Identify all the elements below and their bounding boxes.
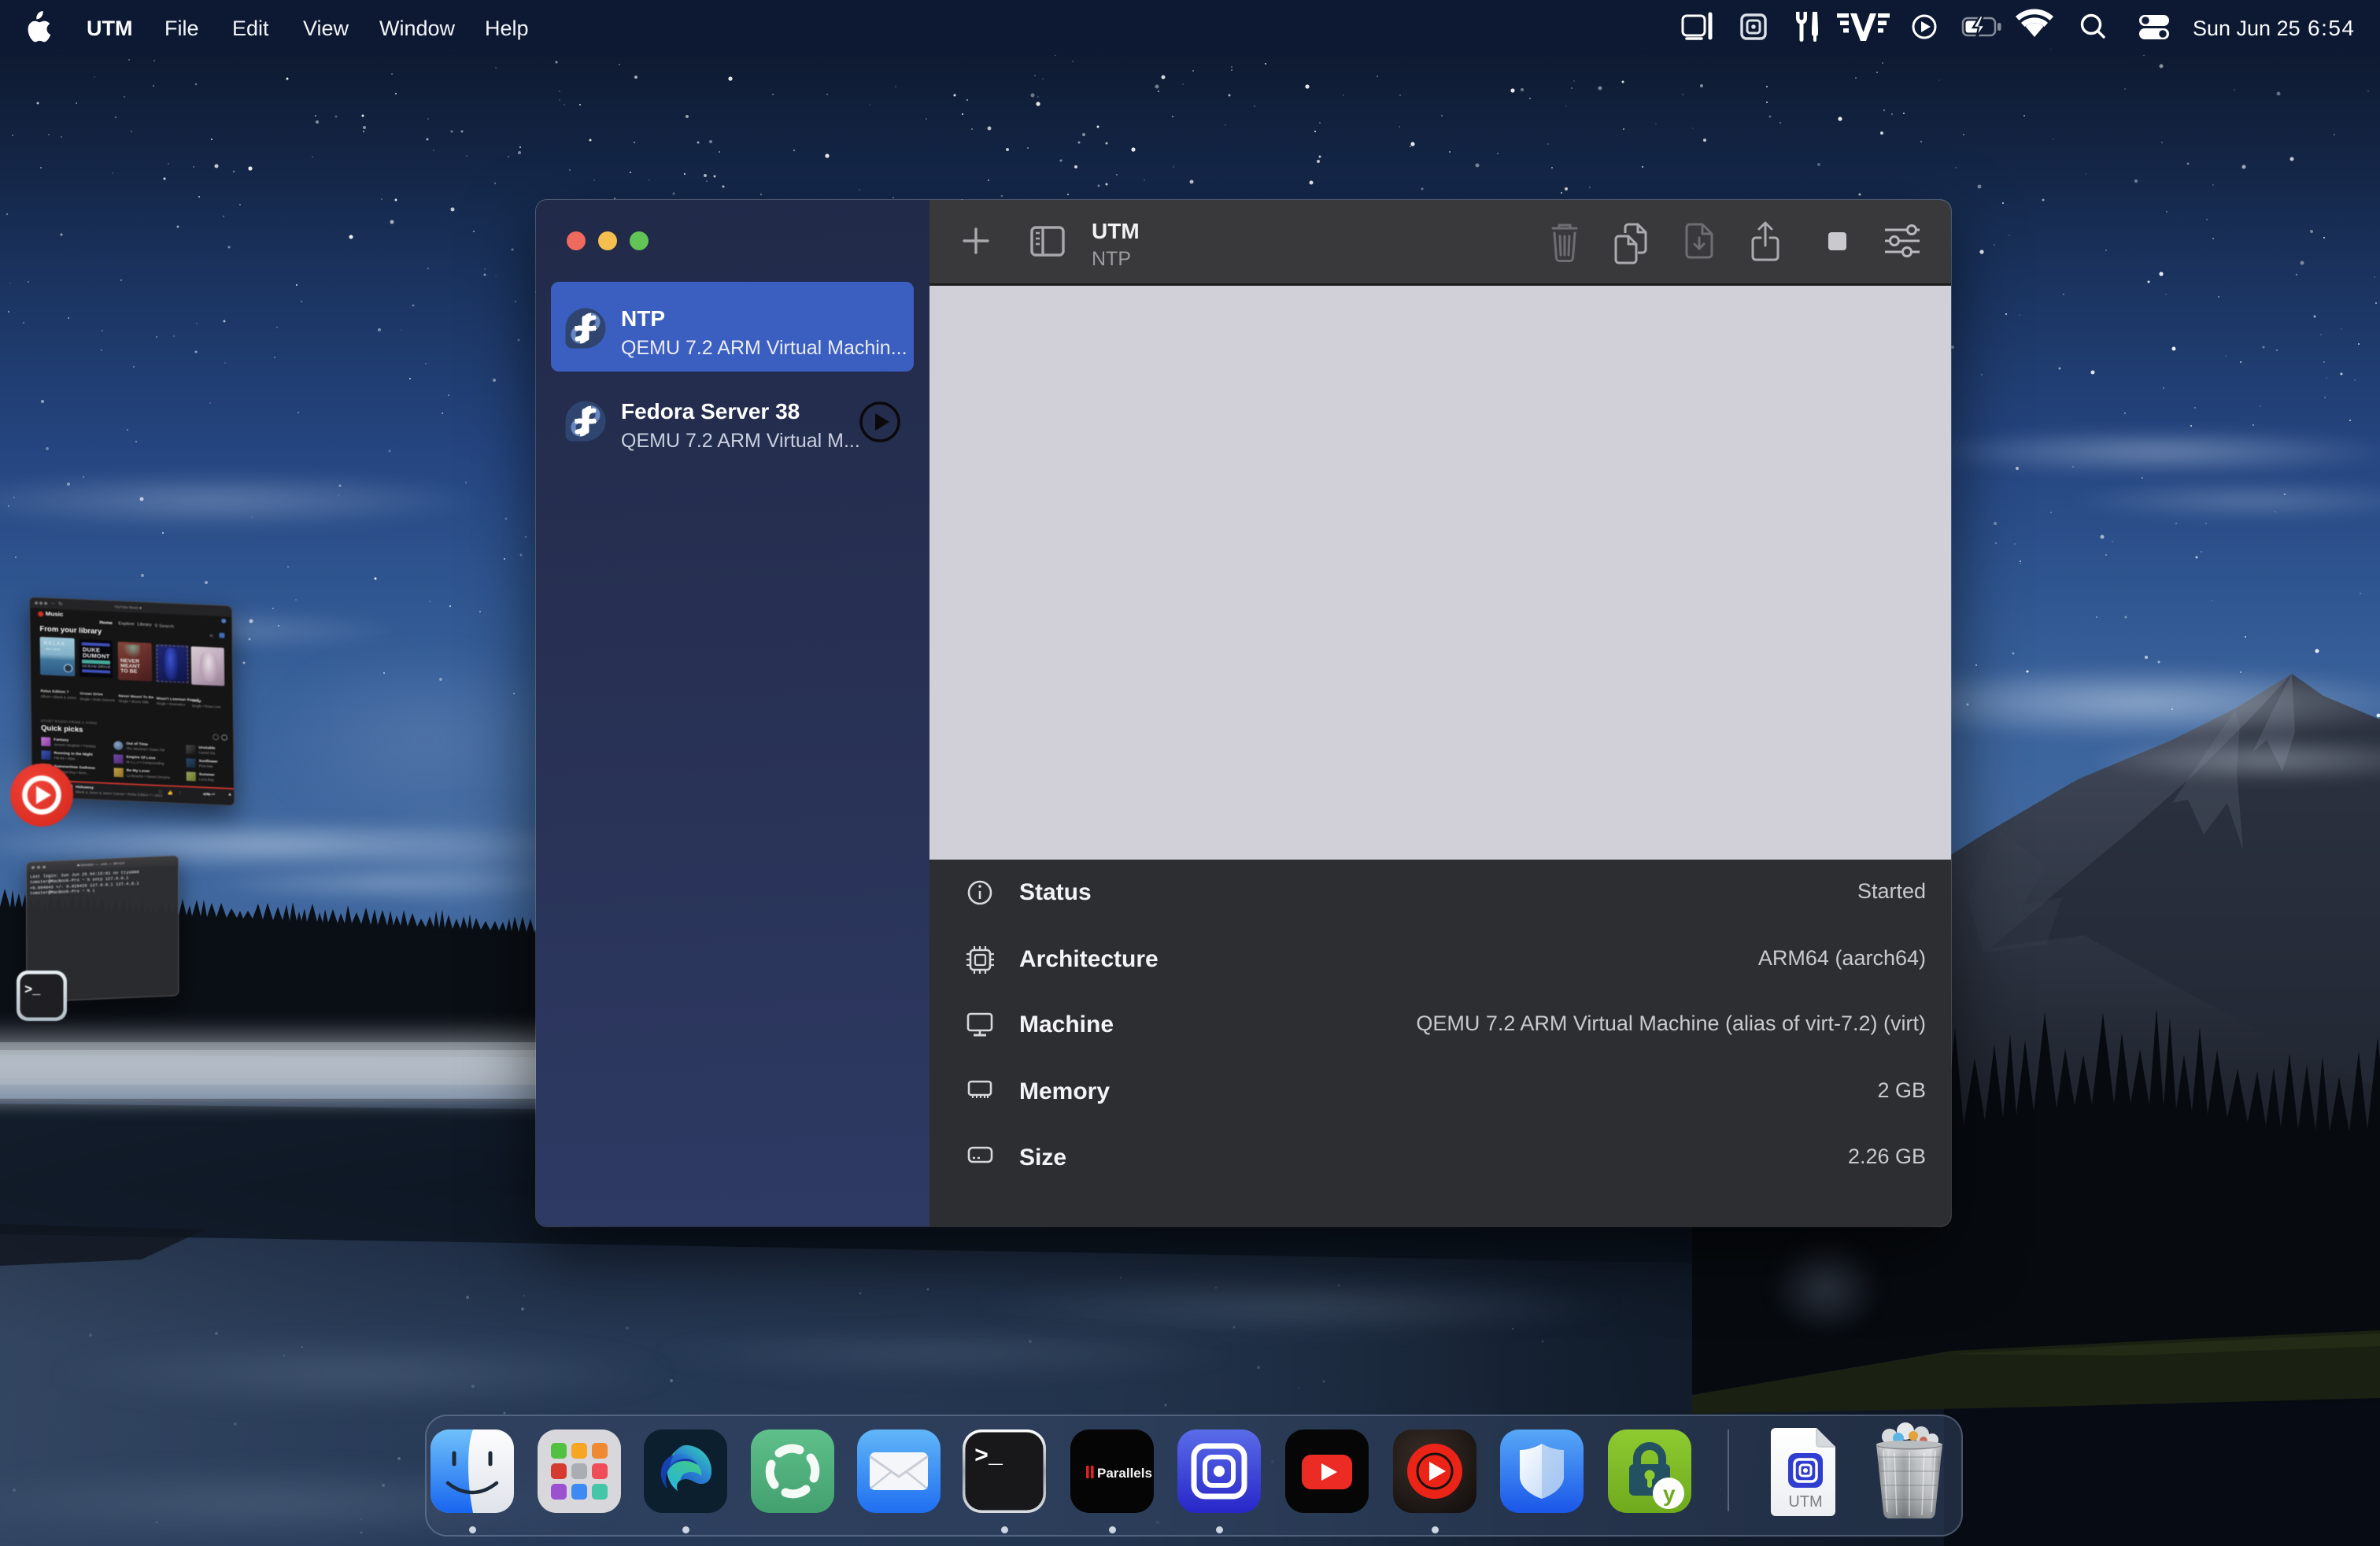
- svg-text:>_: >_: [24, 983, 41, 998]
- svg-text:>_: >_: [974, 1444, 1003, 1470]
- svg-text:Parallels: Parallels: [1097, 1466, 1152, 1481]
- svg-text:y: y: [1663, 1481, 1676, 1506]
- svg-text:UTM: UTM: [1788, 1493, 1822, 1511]
